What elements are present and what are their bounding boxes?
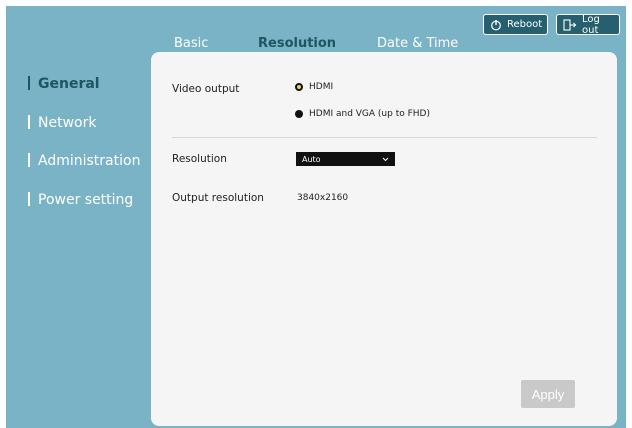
output-resolution-value: 3840x2160 [297, 193, 349, 203]
logout-button[interactable]: Log out [556, 13, 620, 36]
tab-basic[interactable]: Basic [174, 36, 208, 51]
sidebar-marker [28, 115, 30, 129]
radio-indicator [295, 83, 303, 91]
resolution-select-value: Auto [302, 154, 321, 164]
sidebar-item-label: General [38, 76, 100, 92]
chevron-down-icon [382, 155, 389, 164]
logout-label: Log out [582, 13, 600, 36]
reboot-label: Reboot [507, 19, 543, 30]
tab-date-time[interactable]: Date & Time [377, 36, 458, 51]
settings-panel: Video output HDMI HDMI and VGA (up to FH… [151, 52, 617, 426]
app-frame: Reboot Log out Basic Resolution Date & T… [6, 6, 626, 428]
reboot-button[interactable]: Reboot [483, 14, 548, 35]
sidebar-item-label: Administration [38, 153, 141, 169]
output-resolution-label: Output resolution [172, 192, 264, 204]
divider [172, 137, 597, 138]
sidebar-marker [28, 192, 30, 206]
radio-hdmi-label: HDMI [309, 82, 334, 92]
sidebar-item-network[interactable]: Network [28, 115, 96, 131]
radio-indicator [295, 110, 303, 118]
sidebar-marker [28, 153, 30, 167]
sidebar-item-label: Network [38, 115, 97, 131]
radio-hdmi-vga[interactable]: HDMI and VGA (up to FHD) [295, 109, 430, 119]
sidebar-item-power-setting[interactable]: Power setting [28, 192, 133, 208]
logout-icon [563, 18, 577, 31]
resolution-select[interactable]: Auto [296, 152, 395, 166]
sidebar-item-general[interactable]: General [28, 76, 100, 92]
sidebar-item-administration[interactable]: Administration [28, 153, 140, 169]
sidebar-item-label: Power setting [38, 192, 134, 208]
radio-hdmi[interactable]: HDMI [295, 82, 333, 92]
video-output-label: Video output [172, 83, 240, 95]
radio-hdmi-vga-label: HDMI and VGA (up to FHD) [309, 109, 430, 119]
sidebar-marker [28, 76, 30, 90]
apply-button[interactable]: Apply [521, 380, 575, 408]
power-icon [490, 19, 502, 31]
resolution-label: Resolution [172, 153, 227, 165]
